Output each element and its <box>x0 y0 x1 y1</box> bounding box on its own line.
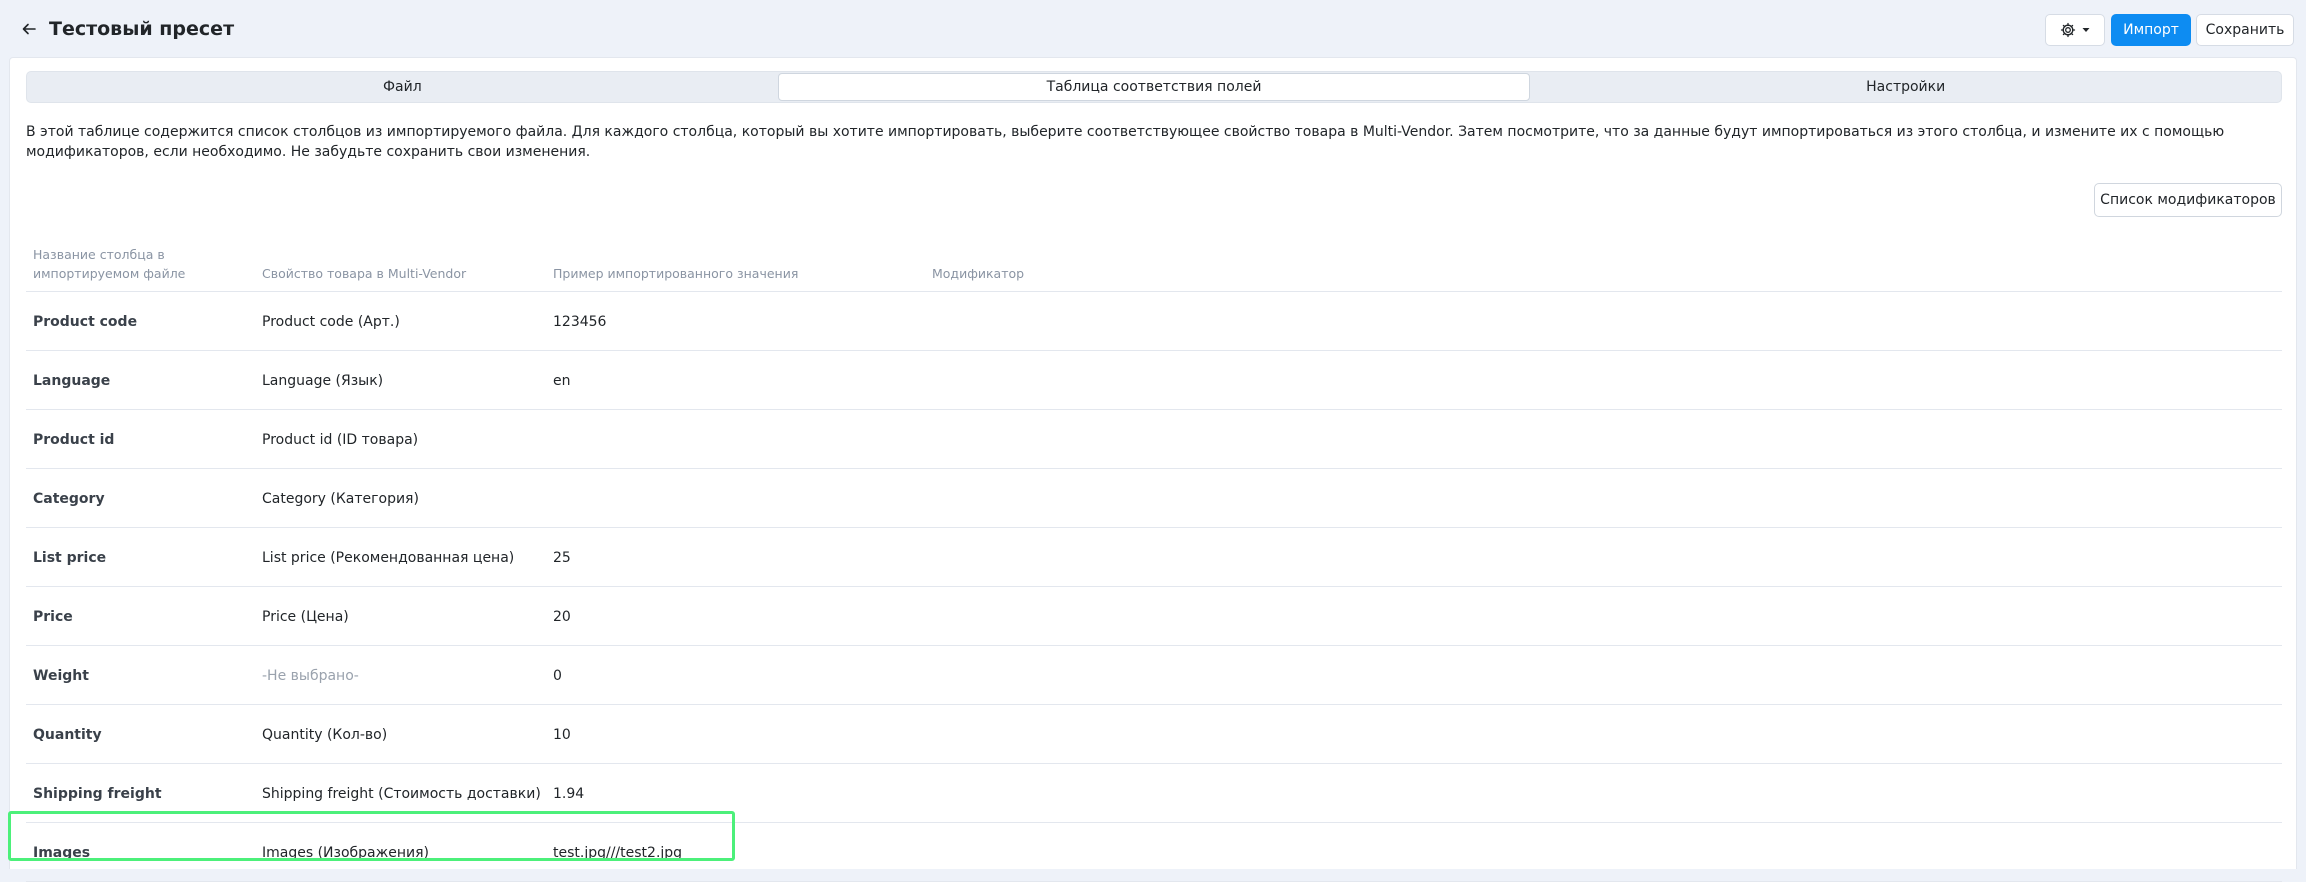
page-title: Тестовый пресет <box>49 18 235 40</box>
table-row: Weight -Не выбрано- 0 <box>26 646 2282 705</box>
table-row: Quantity Quantity (Кол-во) 10 <box>26 705 2282 764</box>
row-property-select[interactable]: Price (Цена) <box>262 587 349 646</box>
table-row: Product id Product id (ID товара) <box>26 410 2282 469</box>
row-example-value: en <box>553 372 571 389</box>
row-property-select[interactable]: Quantity (Кол-во) <box>262 705 387 764</box>
table-row: Shipping freight Shipping freight (Стоим… <box>26 764 2282 823</box>
tab-file[interactable]: Файл <box>27 72 778 102</box>
table-header: Название столбца в импортируемом файле С… <box>26 234 2282 292</box>
row-property-select[interactable]: Product id (ID товара) <box>262 410 418 469</box>
row-column-name: Category <box>33 490 105 507</box>
content-card: Файл Таблица соответствия полей Настройк… <box>9 57 2297 882</box>
row-property-select[interactable]: Shipping freight (Стоимость доставки) <box>262 764 541 823</box>
table-row: Images Images (Изображения) test.jpg///t… <box>26 823 2282 882</box>
back-button[interactable] <box>17 17 41 41</box>
row-property-select[interactable]: Product code (Арт.) <box>262 292 400 351</box>
row-example-value: 20 <box>553 608 571 625</box>
row-column-name: Language <box>33 372 111 389</box>
row-column-name: Images <box>33 844 91 861</box>
settings-dropdown-button[interactable] <box>2045 14 2105 46</box>
row-column-name: Price <box>33 608 73 625</box>
save-button[interactable]: Сохранить <box>2196 14 2294 46</box>
table-row: Product code Product code (Арт.) 123456 <box>26 292 2282 351</box>
row-column-name: Shipping freight <box>33 785 162 802</box>
row-column-name: List price <box>33 549 107 566</box>
modifiers-list-button[interactable]: Список модификаторов <box>2094 183 2282 217</box>
mapping-table: Название столбца в импортируемом файле С… <box>26 234 2282 882</box>
tab-field-mapping[interactable]: Таблица соответствия полей <box>777 73 1531 101</box>
intro-text: В этой таблице содержится список столбцо… <box>26 124 2225 160</box>
row-example-value: test.jpg///test2.jpg <box>553 844 683 861</box>
row-column-name: Product code <box>33 313 138 330</box>
row-property-select[interactable]: Category (Категория) <box>262 469 419 528</box>
header-modifier: Модификатор <box>932 266 1025 281</box>
header-property: Свойство товара в Multi-Vendor <box>262 266 467 281</box>
arrow-left-icon <box>22 23 36 35</box>
row-column-name: Weight <box>33 667 89 684</box>
row-column-name: Quantity <box>33 726 102 743</box>
row-example-value: 25 <box>553 549 571 566</box>
row-example-value: 0 <box>553 667 562 684</box>
import-button[interactable]: Импорт <box>2111 14 2191 46</box>
row-property-select[interactable]: Language (Язык) <box>262 351 383 410</box>
gear-icon <box>2060 22 2076 38</box>
row-property-select[interactable]: Images (Изображения) <box>262 823 429 882</box>
row-example-value: 1.94 <box>553 785 585 802</box>
header-column-name: Название столбца в импортируемом файле <box>33 247 186 281</box>
top-bar: Тестовый пресет Импорт Сохранить <box>0 0 2306 57</box>
tab-settings[interactable]: Настройки <box>1530 72 2281 102</box>
table-row: Language Language (Язык) en <box>26 351 2282 410</box>
row-example-value: 123456 <box>553 313 607 330</box>
table-row: Price Price (Цена) 20 <box>26 587 2282 646</box>
caret-down-icon <box>2082 28 2090 32</box>
row-column-name: Product id <box>33 431 115 448</box>
row-example-value: 10 <box>553 726 571 743</box>
row-property-select[interactable]: -Не выбрано- <box>262 646 359 705</box>
header-example: Пример импортированного значения <box>553 266 799 281</box>
tab-bar: Файл Таблица соответствия полей Настройк… <box>26 71 2282 103</box>
table-row: Category Category (Категория) <box>26 469 2282 528</box>
row-property-select[interactable]: List price (Рекомендованная цена) <box>262 528 514 587</box>
table-row: List price List price (Рекомендованная ц… <box>26 528 2282 587</box>
